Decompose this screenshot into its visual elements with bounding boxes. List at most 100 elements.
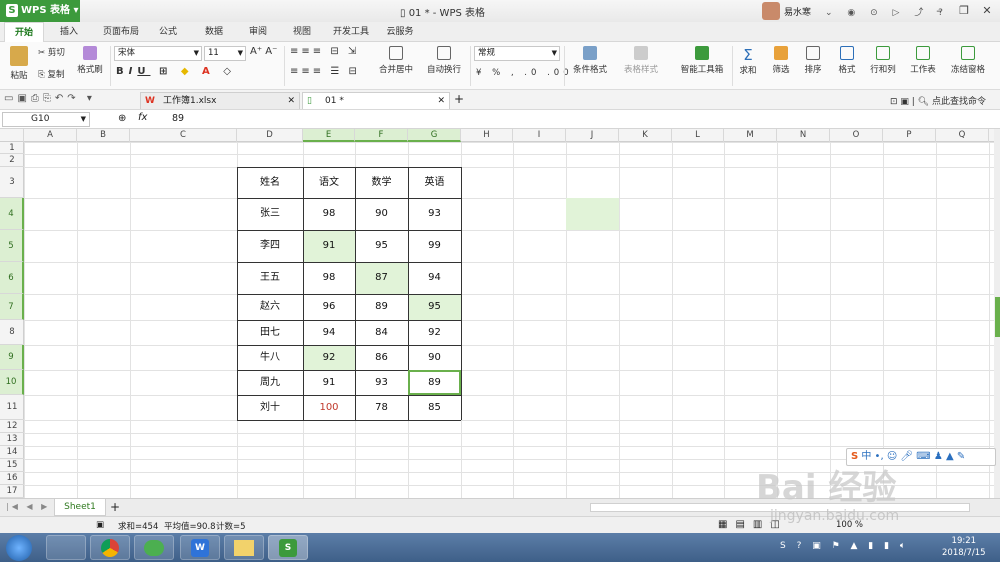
row-header-9[interactable]: 9 (0, 345, 24, 370)
table-cell[interactable]: 95 (355, 230, 408, 262)
cut-button[interactable]: ✂ 剪切 (38, 46, 65, 58)
table-cell[interactable]: 95 (408, 294, 461, 320)
table-cell[interactable]: 王五 (237, 262, 303, 294)
tab-formula[interactable]: 公式 (150, 22, 186, 42)
tab-cloud[interactable]: 云服务 (380, 22, 420, 42)
restore-icon[interactable]: ❐ (955, 2, 973, 20)
number-format-select[interactable]: 常规 ▼ (474, 46, 560, 61)
start-button[interactable] (6, 535, 32, 561)
column-header-Q[interactable]: Q (936, 129, 989, 142)
table-cell[interactable]: 刘十 (237, 395, 303, 420)
freeze-panes-button[interactable]: 冻结窗格 (946, 46, 990, 75)
column-header-N[interactable]: N (777, 129, 830, 142)
font-size-select[interactable]: 11 ▼ (204, 46, 246, 61)
column-header-A[interactable]: A (24, 129, 77, 142)
table-cell[interactable]: 78 (355, 395, 408, 420)
zoom-search-icon[interactable]: ⊕ (118, 113, 126, 124)
user-area[interactable]: 易水寒 ⌄ ◉ ⊙ ▷ ⤴ ? (762, 2, 949, 20)
clock[interactable]: 19:21 2018/7/15 (942, 535, 986, 559)
table-header-cell[interactable]: 语文 (303, 167, 355, 198)
formula-input[interactable]: 89 (172, 113, 184, 124)
taskbar-explorer[interactable] (224, 535, 264, 560)
rows-cols-button[interactable]: 行和列 (866, 46, 900, 75)
align-top-buttons[interactable]: ≡≡≡ ⊟ ⇲ (290, 46, 359, 57)
taskbar-wps-writer[interactable]: W (180, 535, 220, 560)
table-cell[interactable]: 98 (303, 198, 355, 230)
column-header-I[interactable]: I (513, 129, 566, 142)
table-cell[interactable]: 86 (355, 345, 408, 370)
tray-icons[interactable]: S ? ▣ ⚑ ▲ ▮ ▮ 🔈︎ (780, 541, 909, 551)
fx-icon[interactable]: fx (138, 112, 147, 123)
row-header-14[interactable]: 14 (0, 446, 24, 459)
column-header-H[interactable]: H (461, 129, 513, 142)
table-cell[interactable]: 94 (408, 262, 461, 294)
row-header-4[interactable]: 4 (0, 198, 24, 230)
table-cell[interactable]: 93 (408, 198, 461, 230)
table-cell[interactable]: 87 (355, 262, 408, 294)
font-style-buttons[interactable]: BIU ⊞ ◆ A ◇ (116, 66, 236, 77)
table-cell[interactable]: 100 (303, 395, 355, 420)
column-header-F[interactable]: F (355, 129, 408, 142)
column-header-O[interactable]: O (830, 129, 883, 142)
font-grow-shrink-icons[interactable]: A⁺ A⁻ (250, 46, 277, 57)
doc-tab-01[interactable]: ▯ 01 * ✕ (302, 92, 450, 109)
column-header-D[interactable]: D (237, 129, 303, 142)
table-cell[interactable]: 94 (303, 320, 355, 345)
close-icon[interactable]: ✕ (978, 2, 996, 20)
table-cell[interactable]: 98 (303, 262, 355, 294)
worksheet-button[interactable]: 工作表 (906, 46, 940, 75)
tab-developer[interactable]: 开发工具 (328, 22, 374, 42)
taskbar-wechat[interactable] (134, 535, 174, 560)
column-header-P[interactable]: P (883, 129, 936, 142)
filter-button[interactable]: 筛选 (768, 46, 794, 75)
column-header-C[interactable]: C (130, 129, 237, 142)
row-header-15[interactable]: 15 (0, 459, 24, 472)
user-name[interactable]: 易水寒 (784, 5, 811, 18)
taskbar-chrome[interactable] (90, 535, 130, 560)
new-tab-icon[interactable]: + (454, 92, 464, 106)
row-header-3[interactable]: 3 (0, 167, 24, 198)
name-box[interactable]: G10 ▼ (2, 112, 90, 127)
add-sheet-icon[interactable]: + (110, 500, 120, 514)
search-command[interactable]: ⊡ ▣ | 🔍︎ 点此查找命令 (890, 94, 986, 107)
table-cell[interactable]: 90 (408, 345, 461, 370)
scroll-thumb[interactable] (995, 297, 1000, 337)
format-painter-button[interactable]: 格式刷 (76, 46, 104, 75)
table-header-cell[interactable]: 英语 (408, 167, 461, 198)
tab-review[interactable]: 审阅 (240, 22, 276, 42)
row-header-16[interactable]: 16 (0, 472, 24, 485)
row-header-2[interactable]: 2 (0, 154, 24, 167)
merge-center-button[interactable]: 合并居中 (374, 46, 418, 75)
paste-button[interactable]: 粘贴 (6, 46, 32, 81)
tab-page-layout[interactable]: 页面布局 (96, 22, 146, 42)
table-cell[interactable]: 84 (355, 320, 408, 345)
column-header-J[interactable]: J (566, 129, 619, 142)
quick-access-icons[interactable]: ▭▣⎙⎘↶↷ ▾ (4, 93, 96, 104)
table-header-cell[interactable]: 姓名 (237, 167, 303, 198)
table-cell[interactable]: 89 (355, 294, 408, 320)
align-horizontal-buttons[interactable]: ≡≡≡ ☰ ⊟ (290, 66, 360, 77)
ime-toolbar[interactable]: S 中 •, ☺ 🎤︎ ⌨ ♟ ▲ ✎ (846, 448, 996, 466)
minimize-icon[interactable]: – (930, 2, 948, 20)
taskbar-wps-sheet[interactable]: S (268, 535, 308, 560)
active-cell-cursor[interactable] (408, 370, 461, 395)
table-cell[interactable]: 92 (408, 320, 461, 345)
row-header-7[interactable]: 7 (0, 294, 24, 320)
table-header-cell[interactable]: 数学 (355, 167, 408, 198)
wps-menu-button[interactable]: S WPS 表格 ▾ (0, 0, 80, 22)
table-cell[interactable]: 93 (355, 370, 408, 395)
tab-home[interactable]: 开始 (4, 22, 44, 43)
row-header-8[interactable]: 8 (0, 320, 24, 345)
row-header-1[interactable]: 1 (0, 142, 24, 154)
wrap-text-button[interactable]: 自动换行 (424, 46, 464, 75)
table-cell[interactable]: 田七 (237, 320, 303, 345)
table-cell[interactable]: 92 (303, 345, 355, 370)
vertical-scrollbar[interactable] (994, 129, 1000, 498)
table-cell[interactable]: 85 (408, 395, 461, 420)
tab-insert[interactable]: 插入 (50, 22, 88, 42)
sheet-grid[interactable]: 姓名 语文 数学 英语 张三 98 90 93 李四 91 95 99 王五 98 87 94 赵六 96 89 95… (24, 142, 994, 498)
row-header-11[interactable]: 11 (0, 395, 24, 420)
avatar[interactable] (762, 2, 780, 20)
column-header-E[interactable]: E (303, 129, 355, 142)
column-header-G[interactable]: G (408, 129, 461, 142)
